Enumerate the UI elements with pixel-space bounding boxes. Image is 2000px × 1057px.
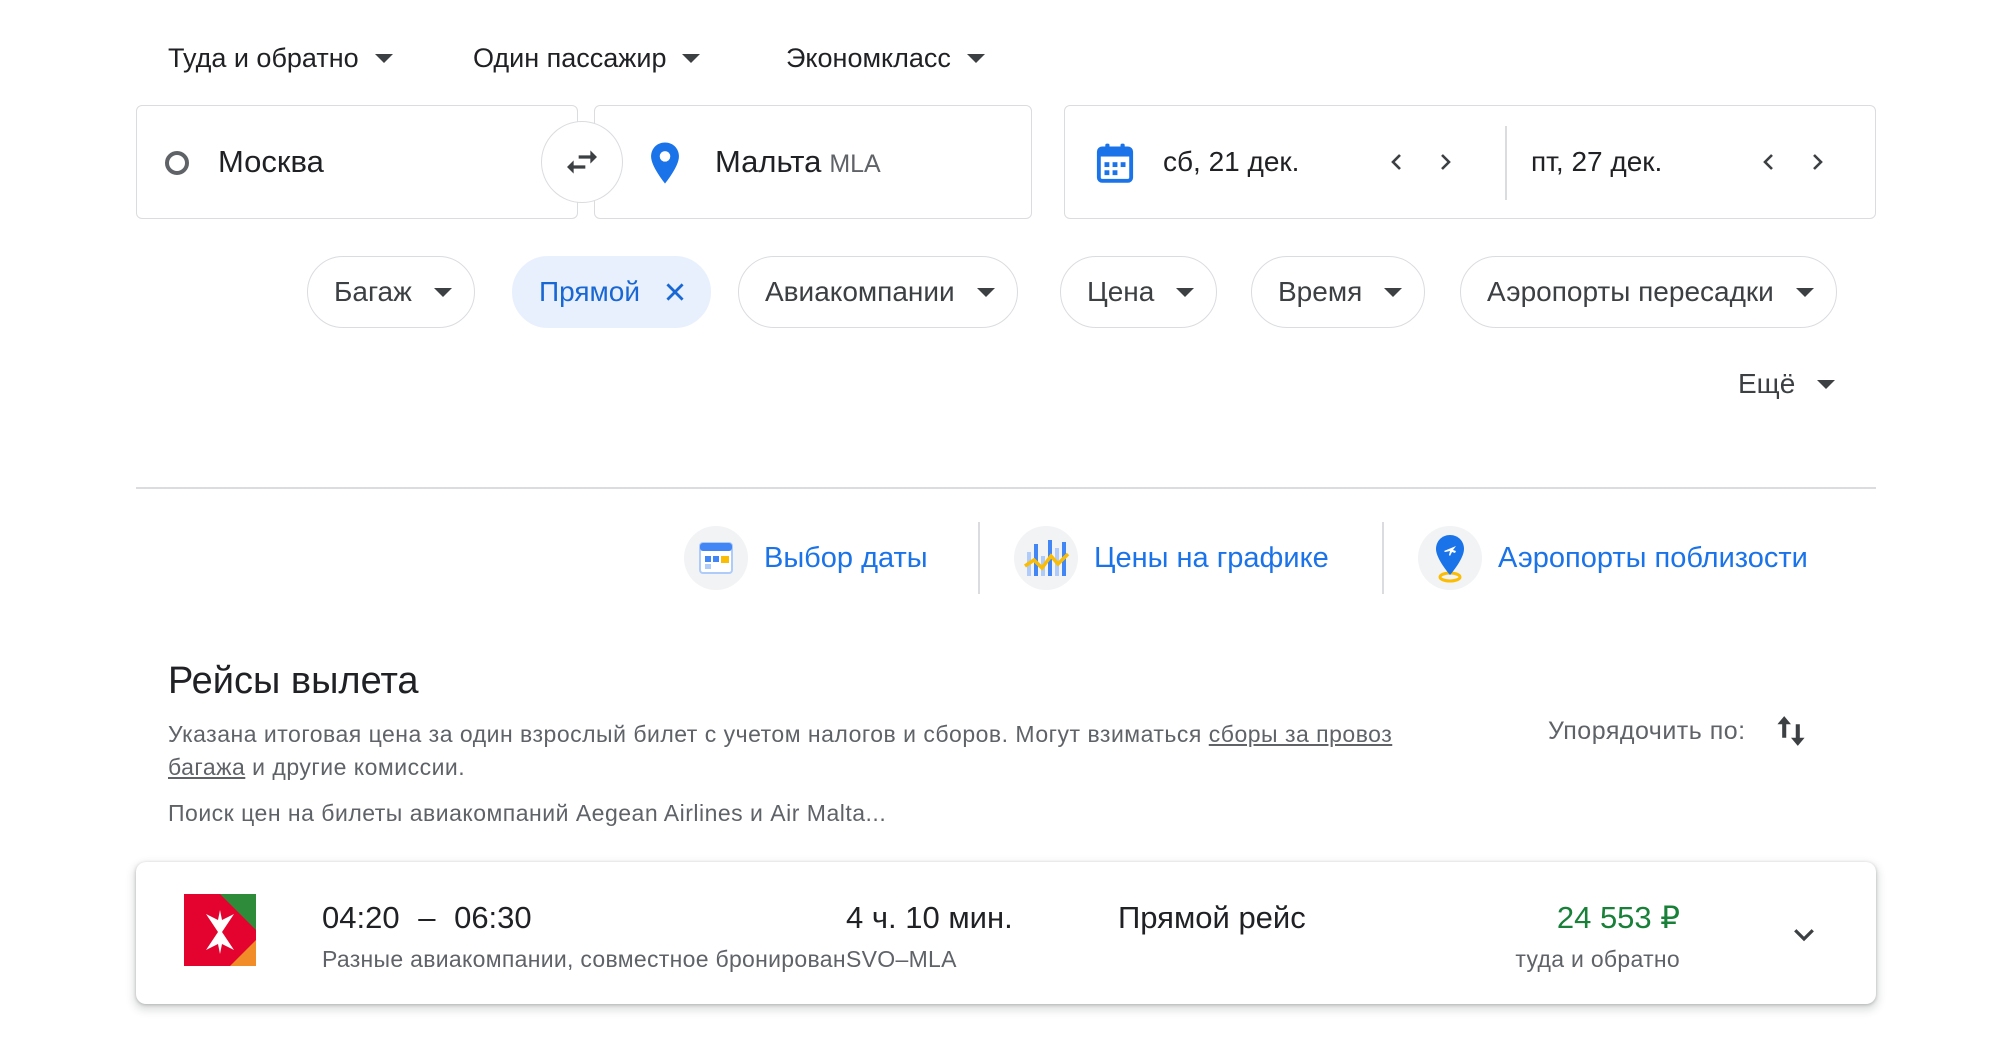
flight-result-card[interactable]: 04:20 – 06:30 Разные авиакомпании, совме… [136, 862, 1876, 1004]
origin-text: Москва [218, 144, 324, 179]
cabin-class-label: Экономкласс [786, 42, 951, 73]
return-prev-button[interactable] [1753, 146, 1785, 178]
return-date[interactable]: пт, 27 дек. [1531, 146, 1662, 178]
flight-stops: Прямой рейс [1118, 900, 1306, 935]
chevron-right-icon [1813, 154, 1823, 170]
depart-prev-button[interactable] [1381, 146, 1413, 178]
depart-time: 04:20 [322, 900, 400, 935]
sort-control[interactable]: Упорядочить по: [1548, 712, 1808, 750]
sort-icon[interactable] [1774, 712, 1808, 750]
flight-route: SVO–MLA [846, 946, 957, 972]
destination-text: Мальта MLA [715, 144, 881, 180]
caret-down-icon [1384, 287, 1403, 297]
time-separator: – [418, 900, 436, 935]
filter-connecting-airports-chip[interactable]: Аэропорты пересадки [1460, 256, 1837, 328]
flight-price: 24 553 ₽ [1556, 900, 1680, 935]
destination-city: Мальта [715, 144, 822, 179]
filter-connecting-airports-label: Аэропорты пересадки [1487, 276, 1774, 307]
date-grid-icon [684, 526, 748, 590]
arrive-time: 06:30 [454, 900, 532, 935]
caret-down-icon [1176, 287, 1195, 297]
filter-time-chip[interactable]: Время [1251, 256, 1426, 328]
filter-baggage-chip[interactable]: Багаж [307, 256, 475, 328]
more-filters-label: Ещё [1738, 368, 1796, 399]
destination-field[interactable]: Мальта MLA [594, 105, 1032, 219]
nearby-airports-label: Аэропорты поблизости [1498, 541, 1808, 574]
caret-down-icon [682, 53, 701, 63]
caret-down-icon [976, 287, 995, 297]
filter-airlines-label: Авиакомпании [765, 276, 955, 307]
depart-next-button[interactable] [1429, 146, 1461, 178]
flight-times: 04:20 – 06:30 [322, 900, 532, 936]
caret-down-icon [966, 53, 985, 63]
origin-field[interactable]: Москва [136, 105, 578, 219]
expand-button[interactable] [1786, 916, 1822, 952]
date-divider [1505, 126, 1507, 200]
caret-down-icon [374, 53, 393, 63]
chevron-right-icon [1441, 154, 1451, 170]
close-icon[interactable] [662, 279, 688, 305]
filter-baggage-label: Багаж [334, 276, 412, 307]
chevron-left-icon [1763, 154, 1773, 170]
caret-down-icon [433, 287, 452, 297]
date-grid-label: Выбор даты [764, 541, 928, 574]
swap-button[interactable] [541, 121, 623, 203]
filter-time-label: Время [1278, 276, 1363, 307]
airline-name: Разные авиакомпании, совместное брониров… [322, 946, 844, 972]
nearby-airports-button[interactable]: Аэропорты поблизости [1418, 520, 1808, 596]
date-grid-button[interactable]: Выбор даты [684, 520, 928, 596]
location-pin-icon [651, 142, 679, 184]
price-note: Указана итоговая цена за один взрослый б… [168, 718, 1448, 784]
price-graph-button[interactable]: Цены на графике [1014, 520, 1329, 596]
tool-separator [978, 522, 980, 594]
passengers-label: Один пассажир [473, 42, 667, 73]
caret-down-icon [1795, 287, 1814, 297]
origin-circle-icon [165, 151, 189, 175]
price-note-suffix: и другие комиссии. [245, 754, 466, 780]
nearby-airports-icon [1418, 526, 1482, 590]
chevron-left-icon [1391, 154, 1401, 170]
filter-price-chip[interactable]: Цена [1060, 256, 1218, 328]
price-graph-icon [1014, 526, 1078, 590]
dates-field: сб, 21 дек. пт, 27 дек. [1064, 105, 1876, 219]
more-filters-button[interactable]: Ещё [1738, 368, 1836, 400]
passengers-dropdown[interactable]: Один пассажир [473, 40, 701, 76]
filter-airlines-chip[interactable]: Авиакомпании [738, 256, 1018, 328]
chevron-down-icon [1794, 929, 1814, 942]
airline-logo [184, 894, 256, 966]
price-graph-label: Цены на графике [1094, 541, 1329, 574]
searching-status: Поиск цен на билеты авиакомпаний Aegean … [168, 800, 887, 826]
filter-price-label: Цена [1087, 276, 1155, 307]
price-note-text: Указана итоговая цена за один взрослый б… [168, 721, 1209, 747]
caret-down-icon [1817, 379, 1836, 389]
price-trip-note: туда и обратно [1515, 946, 1680, 972]
flight-duration: 4 ч. 10 мин. [846, 900, 1013, 935]
sort-label: Упорядочить по: [1548, 716, 1746, 745]
destination-code: MLA [829, 150, 881, 178]
tool-separator [1382, 522, 1384, 594]
filter-direct-label: Прямой [539, 276, 641, 307]
trip-type-label: Туда и обратно [168, 42, 359, 73]
divider [136, 487, 1876, 489]
results-title: Рейсы вылета [168, 660, 419, 702]
cabin-class-dropdown[interactable]: Экономкласс [786, 40, 985, 76]
filter-direct-chip[interactable]: Прямой [512, 256, 712, 328]
return-next-button[interactable] [1801, 146, 1833, 178]
calendar-icon [1096, 143, 1134, 183]
trip-type-dropdown[interactable]: Туда и обратно [168, 40, 393, 76]
swap-arrows-icon [567, 150, 597, 174]
depart-date[interactable]: сб, 21 дек. [1163, 146, 1299, 178]
